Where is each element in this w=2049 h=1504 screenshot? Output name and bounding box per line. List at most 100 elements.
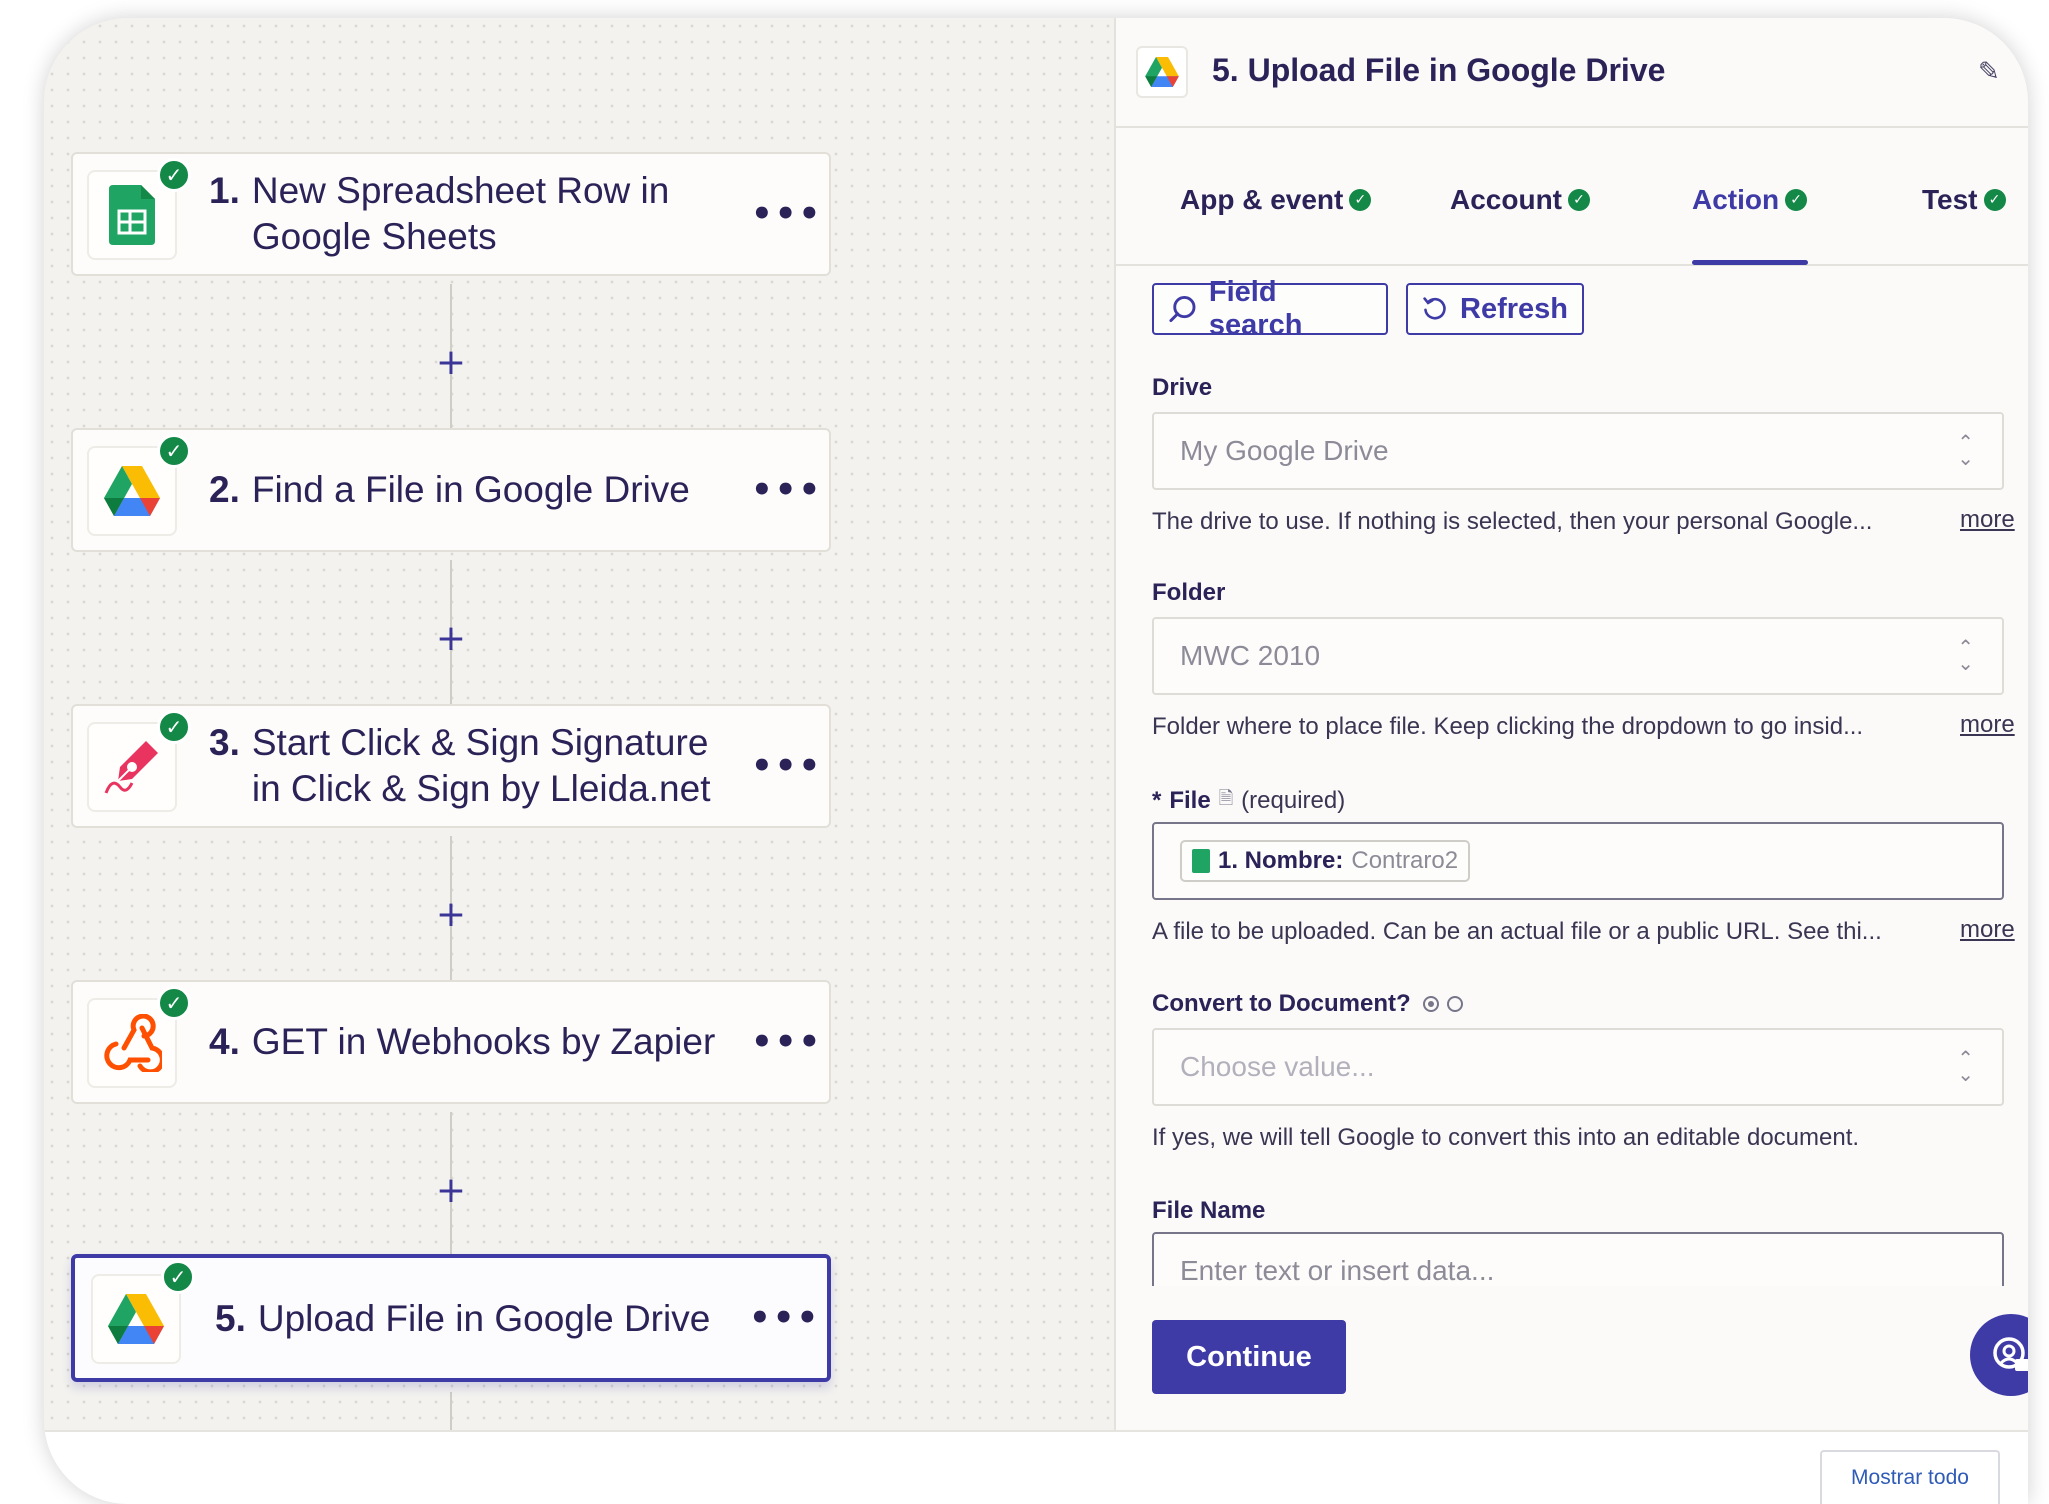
tab-label: Test [1922, 184, 1978, 215]
step-name: Find a File in Google Drive [251, 469, 690, 510]
tab-label: App & event [1180, 184, 1344, 215]
more-options-button[interactable]: ••• [751, 1022, 820, 1062]
step-number: 1. [209, 170, 240, 211]
convert-select[interactable]: Choose value... ⌃ ⌄ [1152, 1028, 2004, 1106]
file-name-label: File Name [1152, 1197, 1266, 1224]
panel-header: 5. Upload File in Google Drive ✎ [1116, 18, 2028, 128]
workflow-step-1[interactable]: ✓ 1. New Spreadsheet Row in Google Sheet… [71, 152, 831, 276]
radio-option-static[interactable] [1446, 996, 1463, 1012]
workflow-step-3[interactable]: ✓ 3. Start Click & Sign Signature in Cli… [71, 704, 831, 828]
tab-label: Account [1450, 184, 1562, 215]
file-name-placeholder: Enter text or insert data... [1180, 1255, 1495, 1286]
step-title: 1. New Spreadsheet Row in Google Sheets [209, 168, 729, 260]
add-step-button[interactable]: + [435, 345, 467, 381]
field-search-button[interactable]: Field search [1152, 276, 1388, 341]
drive-more-link[interactable]: more [1960, 506, 2015, 534]
file-type-icon: 🗎 [1218, 788, 1234, 808]
step-editor-panel: 5. Upload File in Google Drive ✎ App & e… [1114, 18, 2028, 1430]
drive-select[interactable]: My Google Drive ⌃ ⌄ [1152, 412, 2004, 490]
chip-key: 1. Nombre: [1218, 847, 1344, 874]
step-tabs: App & event ✓ Account ✓ Action ✓ Test ✓ [1116, 128, 2028, 266]
button-label: Refresh [1460, 292, 1568, 325]
connector-line [450, 1392, 452, 1432]
more-options-button[interactable]: ••• [751, 470, 820, 510]
step-title: 2. Find a File in Google Drive [209, 467, 769, 513]
check-icon: ✓ [157, 710, 191, 744]
support-icon [1993, 1337, 2028, 1371]
chevron-updown-icon: ⌃ ⌄ [1957, 430, 1974, 470]
panel-title: 5. Upload File in Google Drive [1212, 52, 1666, 88]
file-more-link[interactable]: more [1960, 916, 2015, 944]
more-options-button[interactable]: ••• [749, 1298, 818, 1338]
folder-value: MWC 2010 [1180, 640, 1321, 671]
button-label: Continue [1186, 1340, 1312, 1373]
folder-help-text: Folder where to place file. Keep clickin… [1152, 713, 1864, 740]
check-icon: ✓ [157, 158, 191, 192]
folder-more-link[interactable]: more [1960, 711, 2015, 739]
add-step-button[interactable]: + [435, 1173, 467, 1209]
convert-label-text: Convert to Document? [1152, 990, 1411, 1017]
step-name: Upload File in Google Drive [257, 1298, 711, 1339]
tab-app-event[interactable]: App & event ✓ [1180, 184, 1372, 216]
chip-value: Contraro2 [1351, 847, 1459, 874]
continue-button[interactable]: Continue [1152, 1320, 1346, 1394]
chevron-updown-icon: ⌃ ⌄ [1957, 1046, 1974, 1086]
bottom-bar [44, 1430, 2028, 1504]
search-icon [1169, 295, 1196, 323]
add-step-button[interactable]: + [435, 897, 467, 933]
show-all-button[interactable]: Mostrar todo [1820, 1450, 2000, 1504]
check-icon: ✓ [157, 434, 191, 468]
file-input[interactable]: 1. Nombre: Contraro2 [1152, 822, 2004, 900]
tab-label: Action [1692, 184, 1780, 215]
file-label-text: File [1169, 787, 1211, 814]
button-label: Field search [1208, 276, 1303, 341]
active-tab-indicator [1692, 260, 1808, 265]
refresh-icon [1423, 297, 1446, 320]
file-help-text: A file to be uploaded. Can be an actual … [1152, 918, 1882, 945]
step-number: 4. [209, 1021, 240, 1062]
file-label: * File 🗎 (required) [1152, 786, 1345, 816]
radio-option-dynamic[interactable] [1422, 996, 1439, 1012]
step-name: New Spreadsheet Row in Google Sheets [251, 170, 670, 257]
workflow-canvas[interactable]: + + + + ✓ 1. New Spreadsheet Row in Goog… [44, 18, 1114, 1432]
step-number: 2. [209, 469, 240, 510]
step-title: 5. Upload File in Google Drive [215, 1296, 775, 1342]
tab-action[interactable]: Action ✓ [1692, 184, 1808, 216]
edit-title-icon[interactable]: ✎ [1978, 56, 2000, 87]
more-options-button[interactable]: ••• [751, 746, 820, 786]
google-drive-icon [1136, 46, 1188, 98]
convert-label: Convert to Document? [1152, 990, 1463, 1018]
workflow-step-5[interactable]: ✓ 5. Upload File in Google Drive ••• [71, 1254, 831, 1382]
tab-test[interactable]: Test ✓ [1922, 184, 2006, 216]
check-icon: ✓ [1568, 189, 1590, 211]
tab-account[interactable]: Account ✓ [1450, 184, 1590, 216]
refresh-button[interactable]: Refresh [1406, 283, 1584, 335]
check-icon: ✓ [1983, 189, 2006, 211]
step-number: 3. [209, 722, 240, 763]
folder-select[interactable]: MWC 2010 ⌃ ⌄ [1152, 617, 2004, 695]
google-sheets-icon [1192, 849, 1210, 873]
step-title: 3. Start Click & Sign Signature in Click… [209, 720, 729, 812]
convert-help-text: If yes, we will tell Google to convert t… [1152, 1124, 1860, 1151]
step-title: 4. GET in Webhooks by Zapier [209, 1019, 769, 1065]
chevron-updown-icon: ⌃ ⌄ [1957, 635, 1974, 675]
folder-label: Folder [1152, 579, 1226, 606]
step-name: GET in Webhooks by Zapier [251, 1021, 716, 1062]
check-icon: ✓ [1349, 189, 1372, 211]
drive-help-text: The drive to use. If nothing is selected… [1152, 508, 1873, 535]
workflow-step-2[interactable]: ✓ 2. Find a File in Google Drive ••• [71, 428, 831, 552]
button-label: Mostrar todo [1851, 1466, 1969, 1489]
more-options-button[interactable]: ••• [751, 194, 820, 234]
drive-label: Drive [1152, 374, 1213, 401]
add-step-button[interactable]: + [435, 621, 467, 657]
required-text: (required) [1241, 787, 1346, 814]
step-number: 5. [215, 1298, 246, 1339]
required-mark: * [1152, 787, 1162, 814]
workflow-step-4[interactable]: ✓ 4. GET in Webhooks by Zapier ••• [71, 980, 831, 1104]
check-icon: ✓ [161, 1260, 195, 1294]
step-name: Start Click & Sign Signature in Click & … [251, 722, 711, 809]
app-window: + + + + ✓ 1. New Spreadsheet Row in Goog… [44, 18, 2028, 1504]
mapped-field-chip[interactable]: 1. Nombre: Contraro2 [1180, 840, 1471, 882]
check-icon: ✓ [157, 986, 191, 1020]
drive-value: My Google Drive [1180, 435, 1389, 466]
